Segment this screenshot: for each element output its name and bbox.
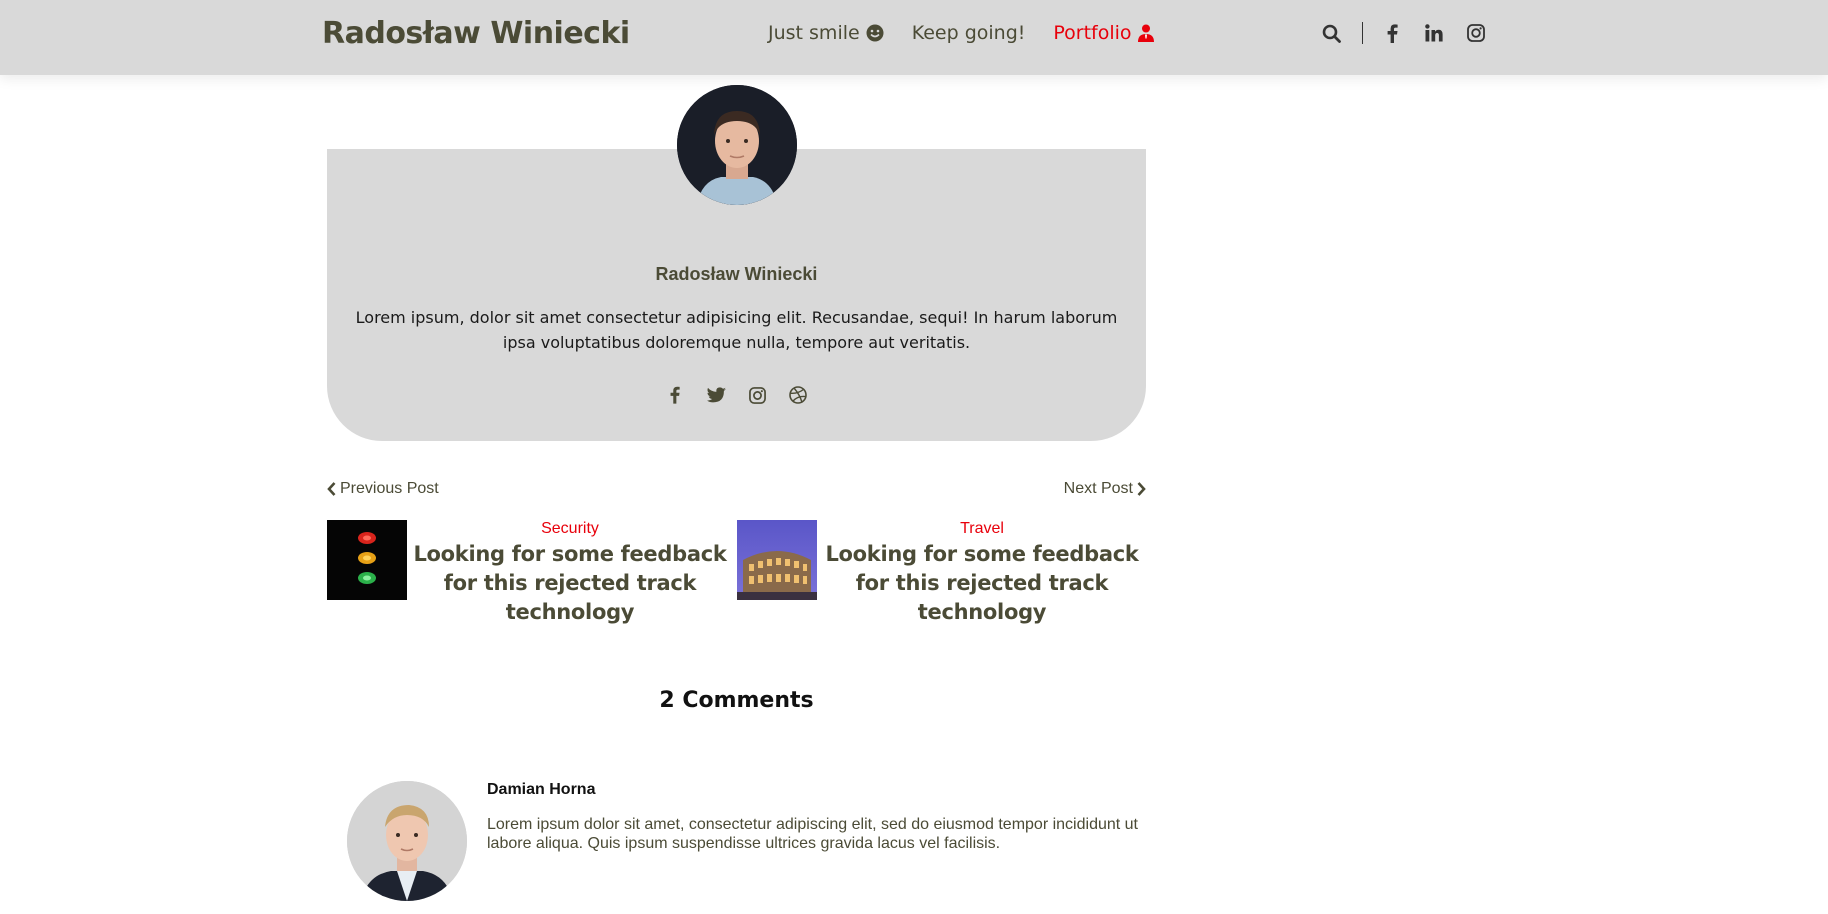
- nav-link-label: Portfolio: [1053, 22, 1132, 44]
- nav-link-label: Keep going!: [911, 22, 1026, 44]
- twitter-icon[interactable]: [705, 384, 727, 406]
- comment-avatar: [347, 781, 467, 901]
- user-tie-icon: [1137, 24, 1154, 42]
- next-post-label: Next Post: [1063, 480, 1133, 497]
- post-title[interactable]: Looking for some feedback for this rejec…: [817, 540, 1147, 627]
- site-header: Radosław Winiecki Just smile Keep going!…: [0, 0, 1828, 75]
- post-thumbnail: [327, 520, 407, 600]
- smile-icon: [866, 24, 884, 42]
- previous-post-card[interactable]: Security Looking for some feedback for t…: [327, 520, 733, 627]
- nav-link-keep-going[interactable]: Keep going!: [912, 22, 1026, 44]
- main-nav: Just smile Keep going! Portfolio: [768, 22, 1182, 44]
- nav-link-just-smile[interactable]: Just smile: [768, 22, 884, 44]
- nav-link-portfolio[interactable]: Portfolio: [1053, 22, 1154, 44]
- chevron-right-icon: [1137, 482, 1146, 496]
- instagram-icon[interactable]: [746, 384, 768, 406]
- post-category[interactable]: Security: [407, 520, 733, 538]
- post-text: Travel Looking for some feedback for thi…: [817, 520, 1147, 627]
- comment-text: Lorem ipsum dolor sit amet, consectetur …: [487, 816, 1138, 852]
- author-avatar: [677, 85, 797, 205]
- author-social-links: [664, 384, 828, 406]
- dribbble-icon[interactable]: [787, 384, 809, 406]
- header-divider: [1362, 22, 1363, 44]
- post-category[interactable]: Travel: [817, 520, 1147, 538]
- author-bio: Lorem ipsum, dolor sit amet consectetur …: [355, 308, 1118, 352]
- nav-link-label: Just smile: [768, 22, 860, 44]
- search-icon[interactable]: [1320, 22, 1342, 44]
- post-thumbnail: [737, 520, 817, 600]
- previous-post-label: Previous Post: [340, 480, 439, 497]
- instagram-icon[interactable]: [1465, 22, 1487, 44]
- post-title[interactable]: Looking for some feedback for this rejec…: [407, 540, 733, 627]
- post-text: Security Looking for some feedback for t…: [407, 520, 733, 627]
- previous-post-link[interactable]: Previous Post: [327, 480, 439, 498]
- linkedin-icon[interactable]: [1423, 22, 1445, 44]
- author-name: Radosław Winiecki: [655, 264, 818, 284]
- site-brand[interactable]: Radosław Winiecki: [322, 16, 630, 51]
- next-post-card[interactable]: Travel Looking for some feedback for thi…: [737, 520, 1147, 627]
- next-post-link[interactable]: Next Post: [1064, 480, 1146, 498]
- comment-author[interactable]: Damian Horna: [487, 781, 595, 799]
- chevron-left-icon: [327, 482, 336, 496]
- header-icons: [1320, 22, 1487, 44]
- facebook-icon[interactable]: [1381, 22, 1403, 44]
- comments-heading: 2 Comments: [659, 688, 814, 713]
- facebook-icon[interactable]: [664, 384, 686, 406]
